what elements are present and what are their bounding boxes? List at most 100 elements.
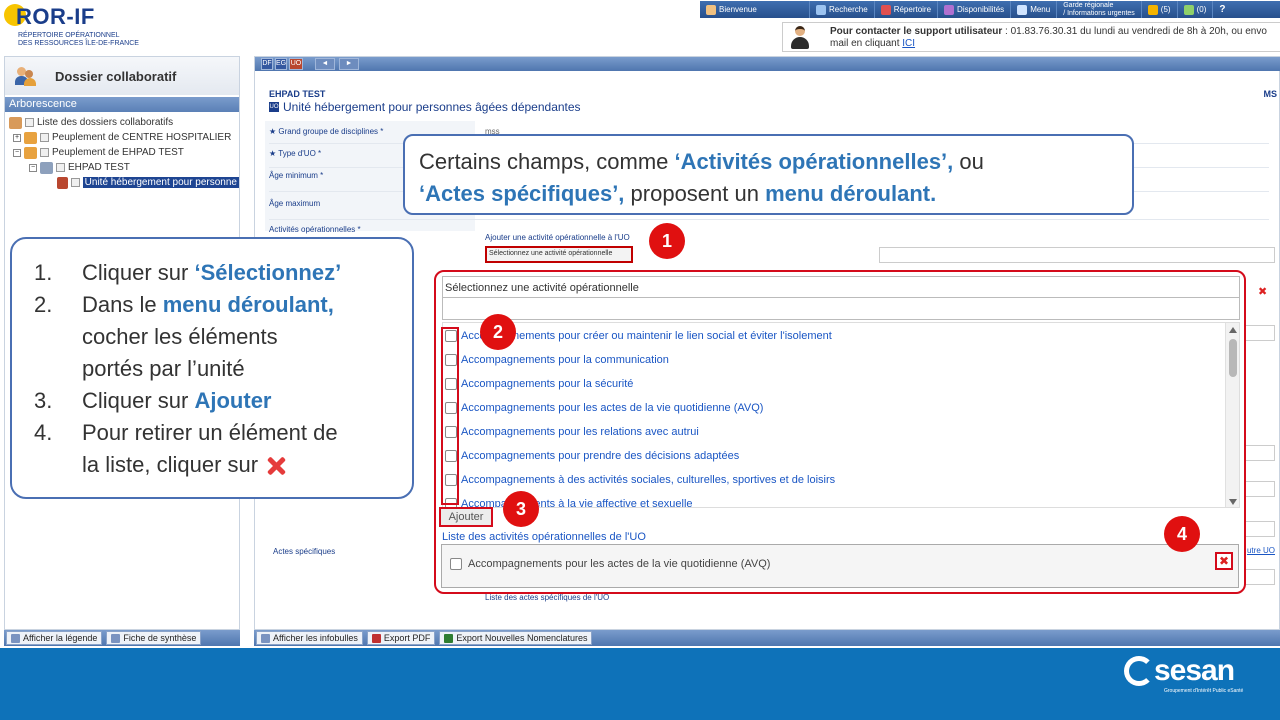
nav-menu-label: Menu xyxy=(1030,4,1051,14)
step-marker-1: 1 xyxy=(649,223,685,259)
export-pdf-button[interactable]: Export PDF xyxy=(366,631,436,645)
pdf-icon xyxy=(371,633,381,643)
support-mail-text: mail en cliquant xyxy=(830,38,903,49)
nav-notifications[interactable]: (0) xyxy=(1178,1,1214,18)
df-button[interactable]: DF xyxy=(261,58,273,70)
activities-list-label: Liste des activités opérationnelles de l… xyxy=(442,531,646,543)
activity-select[interactable]: Sélectionnez une activité opérationnelle xyxy=(485,246,633,263)
footer-band xyxy=(0,648,1280,720)
fiche-synthese-button[interactable]: Fiche de synthèse xyxy=(106,631,202,645)
tree-item-unite-hebergement[interactable]: Unité hébergement pour personne xyxy=(9,175,239,190)
user-icon xyxy=(706,4,716,15)
list-item-label: Accompagnements à la vie affective et se… xyxy=(461,498,693,508)
collapse-icon[interactable]: − xyxy=(13,148,21,157)
list-item[interactable]: Accompagnements à la vie affective et se… xyxy=(445,494,693,508)
instruction-text: Cliquer sur xyxy=(82,388,195,413)
scroll-up-icon[interactable] xyxy=(1229,327,1237,333)
tree-item-label: Peuplement de EHPAD TEST xyxy=(52,147,184,158)
support-link[interactable]: ICI xyxy=(902,38,915,49)
nav-alerts[interactable]: (5) xyxy=(1142,1,1178,18)
nav-repertoire[interactable]: Répertoire xyxy=(875,1,939,18)
instruction-highlight: ‘Sélectionnez’ xyxy=(194,260,342,285)
instruction-2: 2. Dans le menu déroulant, cocher les élém… xyxy=(32,289,396,385)
scroll-thumb[interactable] xyxy=(1229,339,1237,377)
ajouter-button[interactable]: Ajouter xyxy=(439,507,493,527)
sesan-ring-icon xyxy=(1124,656,1154,686)
uo-title: UO Unité hébergement pour personnes âgée… xyxy=(269,100,581,114)
nav-alerts-count: (5) xyxy=(1160,4,1171,14)
instruction-highlight: menu déroulant, xyxy=(162,292,334,317)
eg-button[interactable]: EG xyxy=(275,58,287,70)
list-item[interactable]: Accompagnements pour la communication xyxy=(445,350,669,370)
instruction-3: 3. Cliquer sur Ajouter xyxy=(32,385,396,417)
app-header: ROR-IF RÉPERTOIRE OPÉRATIONNEL DES RESSO… xyxy=(0,0,1280,56)
list-item[interactable]: Accompagnements pour les actes de la vie… xyxy=(450,558,770,570)
list-item[interactable]: Accompagnements pour les relations avec … xyxy=(445,422,699,442)
tree-item-ehpad-test[interactable]: − EHPAD TEST xyxy=(9,160,239,175)
tree-item-centre-hospitalier[interactable]: + Peuplement de CENTRE HOSPITALIER xyxy=(9,130,239,145)
list-item-label: Accompagnements pour les actes de la vie… xyxy=(468,558,771,570)
collapse-icon[interactable]: − xyxy=(29,163,37,172)
close-icon[interactable]: ✖ xyxy=(1258,285,1267,298)
list-item[interactable]: Accompagnements pour prendre des décisio… xyxy=(445,446,739,466)
nav-bienvenue[interactable]: Bienvenue xyxy=(700,1,810,18)
list-item-label: Accompagnements à des activités sociales… xyxy=(461,474,836,486)
instruction-number: 3. xyxy=(34,388,53,413)
dropdown-search-input[interactable] xyxy=(442,298,1240,320)
dropdown-header[interactable]: Sélectionnez une activité opérationnelle xyxy=(442,276,1240,298)
list-item[interactable]: Accompagnements à des activités sociales… xyxy=(445,470,835,490)
nav-garde-regionale[interactable]: Garde régionale / Informations urgentes xyxy=(1057,1,1142,18)
menu-icon xyxy=(1017,4,1028,15)
forward-arrow-icon[interactable]: ► xyxy=(339,58,359,70)
instruction-text: cocher les éléments xyxy=(82,324,278,349)
nav-menu[interactable]: Menu xyxy=(1011,1,1058,18)
warning-icon xyxy=(1147,4,1158,15)
tree-menu-icon[interactable] xyxy=(40,133,49,142)
activity-input[interactable] xyxy=(879,247,1275,263)
nav-bienvenue-label: Bienvenue xyxy=(719,4,757,14)
dropdown-scrollbar[interactable] xyxy=(1225,323,1239,507)
scroll-down-icon[interactable] xyxy=(1229,499,1237,505)
button-label: Afficher les infobulles xyxy=(273,633,358,643)
tree-menu-icon[interactable] xyxy=(56,163,65,172)
instructions-list: 1. Cliquer sur ‘Sélectionnez’ 2. Dans le m… xyxy=(32,257,396,481)
search-icon xyxy=(816,4,826,15)
nav-disponibilites-label: Disponibilités xyxy=(957,4,1005,14)
remove-item-icon[interactable]: ✖ xyxy=(1215,552,1233,570)
field-actes-specifiques: Actes spécifiques xyxy=(273,547,336,556)
ms-link[interactable]: MS xyxy=(1264,89,1278,99)
autre-uo-link[interactable]: utre UO xyxy=(1247,546,1275,555)
nav-recherche[interactable]: Recherche xyxy=(810,1,875,18)
callout-instructions: 1. Cliquer sur ‘Sélectionnez’ 2. Dans le m… xyxy=(10,237,414,499)
dropdown-list[interactable]: Accompagnements pour créer ou maintenir … xyxy=(442,322,1240,508)
back-arrow-icon[interactable]: ◄ xyxy=(315,58,335,70)
nav-disponibilites[interactable]: Disponibilités xyxy=(938,1,1012,18)
expand-icon[interactable]: + xyxy=(13,133,21,142)
tree-menu-icon[interactable] xyxy=(25,118,34,127)
support-phone: : 01.83.76.30.31 du lundi au vendredi de… xyxy=(1002,26,1267,37)
tree-menu-icon[interactable] xyxy=(71,178,80,187)
tree-item-ehpad-peuplement[interactable]: − Peuplement de EHPAD TEST xyxy=(9,145,239,160)
ror-if-logo[interactable]: ROR-IF RÉPERTOIRE OPÉRATIONNEL DES RESSO… xyxy=(4,2,144,50)
afficher-legende-button[interactable]: Afficher la légende xyxy=(6,631,103,645)
field-label: Grand groupe de disciplines * xyxy=(278,127,384,136)
export-nomenclatures-button[interactable]: Export Nouvelles Nomenclatures xyxy=(439,631,593,645)
checkbox[interactable] xyxy=(450,558,462,570)
callout-menu-deroulant: Certains champs, comme ‘Activités opérat… xyxy=(403,134,1134,215)
activities-list-box: Accompagnements pour les actes de la vie… xyxy=(441,544,1239,588)
list-item[interactable]: Accompagnements pour la sécurité xyxy=(445,374,633,394)
button-label: Fiche de synthèse xyxy=(123,633,197,643)
button-label: Afficher la légende xyxy=(23,633,98,643)
afficher-infobulles-button[interactable]: Afficher les infobulles xyxy=(256,631,363,645)
tree-menu-icon[interactable] xyxy=(40,148,49,157)
sesan-logo: sesan Groupement d'Intérêt Public eSanté xyxy=(1124,654,1264,700)
nav-garde-line2: / Informations urgentes xyxy=(1063,9,1135,17)
tree-item-root[interactable]: Liste des dossiers collaboratifs xyxy=(9,115,239,130)
button-label: Export PDF xyxy=(383,633,431,643)
callout-highlight: ‘Actes spécifiques’, xyxy=(419,181,625,206)
uo-button[interactable]: UO xyxy=(289,58,303,70)
list-item[interactable]: Accompagnements pour les actes de la vie… xyxy=(445,398,763,418)
list-item-label: Accompagnements pour créer ou maintenir … xyxy=(461,330,832,342)
tooltip-icon xyxy=(261,633,270,643)
nav-help[interactable]: ? xyxy=(1213,1,1231,18)
